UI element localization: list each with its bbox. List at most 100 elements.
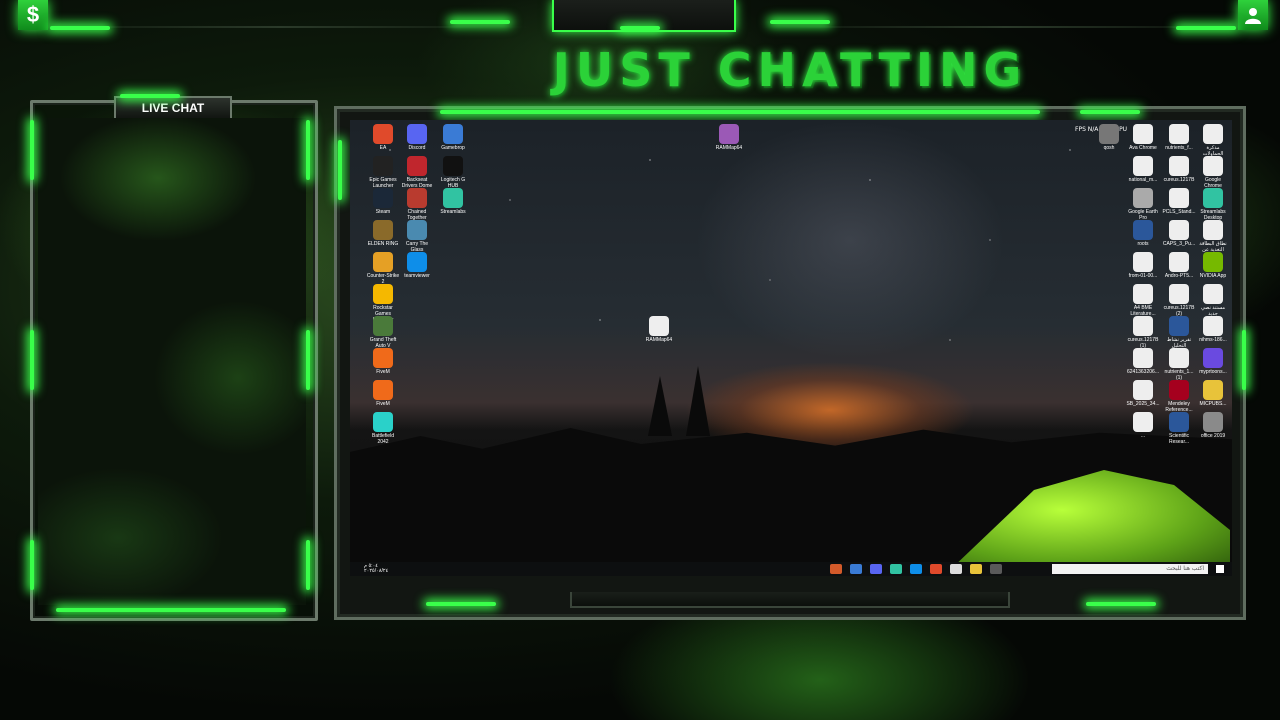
battlefield-icon[interactable]: Battlefield 2042: [366, 412, 400, 445]
desktop-icon-glyph: [1169, 380, 1189, 400]
desktop-icon-label: qosh: [1103, 145, 1115, 151]
logitech-icon[interactable]: Logitech G HUB: [436, 156, 470, 189]
rammap-icon[interactable]: RAMMap64: [712, 124, 746, 151]
glow-accent: [1176, 26, 1236, 30]
glass-icon[interactable]: Carry The Glass: [400, 220, 434, 253]
car-icon[interactable]: Backseat Drivers Dome: [400, 156, 434, 189]
desktop-icon-label: roots: [1137, 241, 1149, 247]
glow-accent: [306, 120, 310, 180]
desktop-icon-glyph: [1203, 220, 1223, 240]
desktop-icon-label: CAPS_3_Pu...: [1162, 241, 1196, 247]
desktop-icon-glyph: [373, 156, 393, 176]
desktop-icon-glyph: [1203, 252, 1223, 272]
desktop-icon-glyph: [1169, 348, 1189, 368]
desktop-icon-glyph: [1099, 124, 1119, 144]
glow-accent: [120, 94, 180, 98]
desktop-icon-glyph: [373, 252, 393, 272]
chrome-icon[interactable]: from-01-00...: [1126, 252, 1160, 279]
windows-start-icon[interactable]: [1216, 565, 1224, 573]
streamlabs-icon[interactable]: Streamlabs: [436, 188, 470, 215]
taskbar-app-icon[interactable]: [910, 564, 922, 574]
chat-label: LIVE CHAT: [114, 96, 232, 118]
chrome-icon[interactable]: nutrients_1... (1): [1162, 348, 1196, 381]
eldenring-icon[interactable]: ELDEN RING: [366, 220, 400, 247]
chrome-icon[interactable]: nihms-186...: [1196, 316, 1230, 343]
fivem-icon[interactable]: FiveM: [366, 348, 400, 375]
desktop-icon-glyph: [373, 316, 393, 336]
gamepad-icon[interactable]: Gamebrop: [436, 124, 470, 151]
desktop-icon-glyph: [1169, 156, 1189, 176]
earth-icon[interactable]: Google Earth Pro: [1126, 188, 1160, 221]
desktop-icon-glyph: [1203, 348, 1223, 368]
taskbar-search-input[interactable]: اكتب هنا للبحث: [1052, 564, 1208, 574]
desktop-icon-label: ELDEN RING: [367, 241, 399, 247]
taskbar-app-icon[interactable]: [850, 564, 862, 574]
steam-icon[interactable]: Steam: [366, 188, 400, 215]
folder-icon[interactable]: MICPUBS...: [1196, 380, 1230, 407]
chrome-icon[interactable]: national_m...: [1126, 156, 1160, 183]
chrome-icon[interactable]: RAMMap64: [642, 316, 676, 343]
app-icon[interactable]: myprtoons...: [1196, 348, 1230, 375]
chrome-icon[interactable]: SB_2025_34...: [1126, 380, 1160, 407]
glow-accent: [426, 602, 496, 606]
streamlabs-icon[interactable]: Streamlabs Desktop: [1196, 188, 1230, 221]
chrome-icon[interactable]: مذكرة الحماولات: [1196, 124, 1230, 157]
word-icon[interactable]: Scientific Resear...: [1162, 412, 1196, 445]
chain-icon[interactable]: Chained Together: [400, 188, 434, 221]
text-file-icon[interactable]: مستند نصي جديد: [1196, 284, 1230, 317]
taskbar-app-icon[interactable]: [830, 564, 842, 574]
desktop-icon-glyph: [373, 348, 393, 368]
app-icon[interactable]: office 2019: [1196, 412, 1230, 439]
doc-icon[interactable]: ...: [1126, 412, 1160, 439]
desktop-icon-label: ...: [1140, 433, 1146, 439]
ea-icon[interactable]: EA: [366, 124, 400, 151]
mendeley-icon[interactable]: Mendeley Reference...: [1162, 380, 1196, 413]
desktop-icon-glyph: [1203, 284, 1223, 304]
desktop-icon-glyph: [1169, 284, 1189, 304]
gta-icon[interactable]: Grand Theft Auto V: [366, 316, 400, 349]
chrome-icon[interactable]: A4 BME Literature...: [1126, 284, 1160, 317]
word-icon[interactable]: roots: [1126, 220, 1160, 247]
taskbar-app-icon[interactable]: [870, 564, 882, 574]
taskbar-app-icon[interactable]: [970, 564, 982, 574]
chrome-icon[interactable]: Ava Chrome: [1126, 124, 1160, 151]
chrome-icon[interactable]: cureus.1217B: [1162, 156, 1196, 183]
desktop-icon-glyph: [1203, 124, 1223, 144]
taskbar-app-icon[interactable]: [930, 564, 942, 574]
discord-icon[interactable]: Discord: [400, 124, 434, 151]
epic-icon[interactable]: Epic Games Launcher: [366, 156, 400, 189]
taskbar-date: ٢٠٢٥/٠٨/٢٤: [364, 568, 389, 574]
desktop-icon-label: from-01-00...: [1128, 273, 1158, 279]
desktop-icon-label: Battlefield 2042: [372, 433, 394, 445]
glow-accent: [50, 26, 110, 30]
desktop-icon-glyph: [1133, 124, 1153, 144]
chrome-icon[interactable]: 6241363206...: [1126, 348, 1160, 375]
doc-icon[interactable]: نطاق البطاقة التغذية عن: [1196, 220, 1230, 253]
desktop-icon-glyph: [1169, 124, 1189, 144]
glow-accent: [30, 330, 34, 390]
desktop-icon-glyph: [407, 188, 427, 208]
app-icon[interactable]: qosh: [1092, 124, 1126, 151]
desktop-icon-label: Ava Chrome: [1129, 145, 1157, 151]
chrome-icon[interactable]: nutrients_f...: [1162, 124, 1196, 151]
word-icon[interactable]: تقرير نشاط التحليل: [1162, 316, 1196, 349]
nvidia-icon[interactable]: NVIDIA App: [1196, 252, 1230, 279]
chrome-icon[interactable]: PCLS_Stand...: [1162, 188, 1196, 215]
fivem-icon[interactable]: FiveM: [366, 380, 400, 407]
taskbar-clock[interactable]: ٥:٠٤ م ٢٠٢٥/٠٨/٢٤: [364, 564, 388, 574]
chrome-icon[interactable]: CAPS_3_Pu...: [1162, 220, 1196, 247]
chrome-icon[interactable]: Andro-PT5...: [1162, 252, 1196, 279]
desktop-icon-label: EA: [379, 145, 387, 151]
taskbar-app-icon[interactable]: [890, 564, 902, 574]
chrome-icon[interactable]: cureus.1217B (2): [1162, 284, 1196, 317]
cs2-icon[interactable]: Counter-Strike 2: [366, 252, 400, 285]
taskbar-app-icon[interactable]: [950, 564, 962, 574]
dollar-icon[interactable]: $: [18, 0, 48, 30]
glow-accent: [450, 20, 510, 24]
user-icon[interactable]: [1238, 0, 1268, 30]
chrome-icon[interactable]: cureus.1217B (1): [1126, 316, 1160, 349]
desktop-icon-label: office 2019: [1200, 433, 1226, 439]
teamviewer-icon[interactable]: teamviewer: [400, 252, 434, 279]
taskbar-app-icon[interactable]: [990, 564, 1002, 574]
chrome-icon[interactable]: Google Chrome: [1196, 156, 1230, 189]
